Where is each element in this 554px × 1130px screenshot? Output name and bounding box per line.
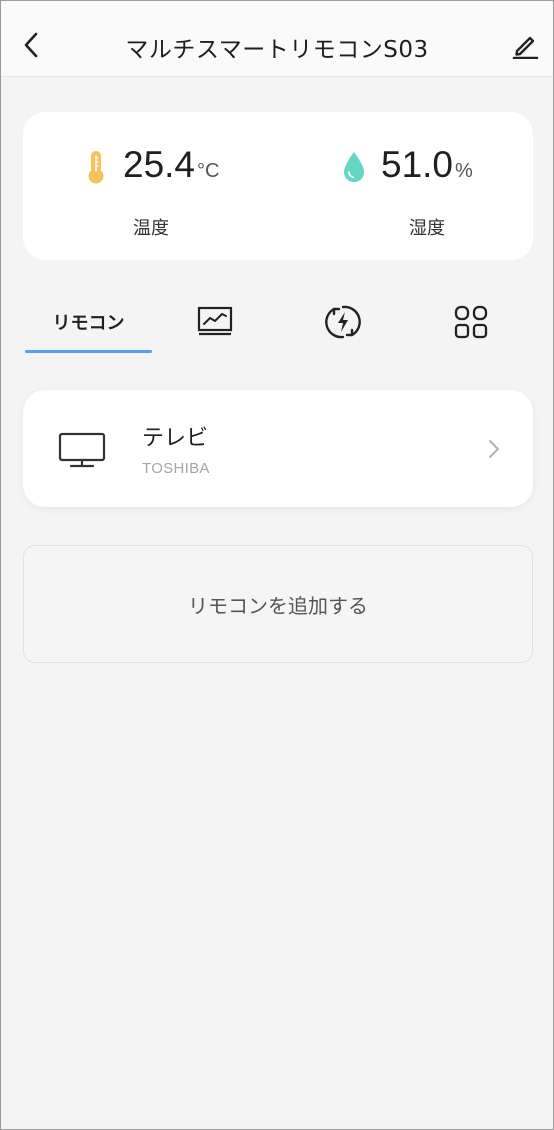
grid-apps-icon bbox=[454, 305, 487, 339]
back-button[interactable] bbox=[15, 27, 47, 63]
tab-bar: リモコン bbox=[1, 291, 553, 355]
tab-more[interactable] bbox=[407, 291, 534, 353]
device-brand: TOSHIBA bbox=[142, 460, 210, 477]
humidity-sensor: 51.0 % 湿度 bbox=[341, 144, 521, 244]
temperature-sensor: 25.4 °C 温度 bbox=[83, 144, 263, 244]
pencil-icon bbox=[512, 36, 539, 59]
power-cycle-icon bbox=[324, 305, 361, 339]
humidity-value: 51.0 bbox=[381, 144, 454, 185]
tv-icon bbox=[58, 432, 106, 468]
active-tab-indicator bbox=[25, 350, 152, 353]
tab-remote-label: リモコン bbox=[52, 313, 125, 334]
humidity-label: 湿度 bbox=[409, 218, 445, 239]
top-nav-bar: マルチスマートリモコンS03 bbox=[1, 1, 553, 77]
add-remote-label: リモコンを追加する bbox=[188, 593, 368, 618]
thermometer-icon bbox=[88, 151, 104, 184]
device-card-tv[interactable]: テレビ TOSHIBA bbox=[23, 390, 533, 507]
tab-statistics[interactable] bbox=[151, 291, 278, 353]
tab-energy[interactable] bbox=[279, 291, 406, 353]
sensor-card: 25.4 °C 温度 51.0 % 湿度 bbox=[23, 112, 533, 260]
app-screen: マルチスマートリモコンS03 25.4 °C 温度 51.0 % 湿度 リモコン… bbox=[0, 0, 554, 1130]
tab-remote[interactable]: リモコン bbox=[25, 291, 152, 353]
device-name: テレビ bbox=[142, 426, 209, 451]
edit-button[interactable] bbox=[507, 27, 543, 63]
temperature-value: 25.4 bbox=[123, 144, 196, 185]
add-remote-button[interactable]: リモコンを追加する bbox=[23, 545, 533, 663]
temperature-unit: °C bbox=[197, 160, 220, 182]
back-chevron-icon bbox=[24, 32, 38, 58]
humidity-unit: % bbox=[455, 160, 473, 182]
water-drop-icon bbox=[344, 152, 364, 182]
chart-monitor-icon bbox=[197, 306, 232, 336]
chevron-right-icon bbox=[489, 440, 499, 458]
page-title: マルチスマートリモコンS03 bbox=[125, 37, 429, 63]
temperature-label: 温度 bbox=[133, 218, 169, 239]
